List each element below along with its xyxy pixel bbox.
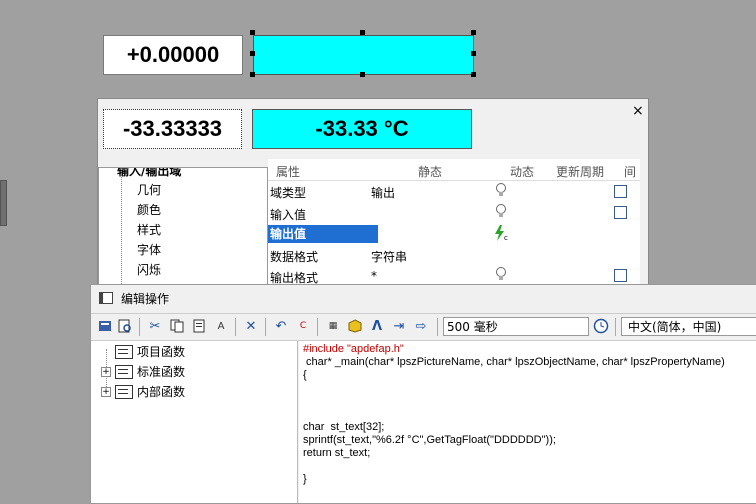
trigger-icon[interactable]: ▦ (325, 318, 341, 334)
copy-icon[interactable] (169, 318, 185, 334)
tree-internal-functions[interactable]: 内部函数 (137, 383, 185, 400)
io-field-1[interactable]: +0.00000 (103, 35, 243, 75)
edit-action-window: 编辑操作 ✂ A ✕ ↶ C ▦ Λ ⇥ ⇨ 500 毫秒 中文(简体，中国) … (90, 284, 756, 504)
indirect-checkbox[interactable] (614, 269, 627, 282)
selection-handle[interactable] (471, 51, 476, 56)
tree-item-geometry[interactable]: 几何 (137, 181, 161, 198)
folder-icon (115, 365, 133, 379)
prop-name[interactable]: 数据格式 (270, 248, 318, 265)
grid-divider (268, 180, 640, 181)
toolbar-separator (317, 318, 318, 336)
undo-icon[interactable]: ↶ (273, 318, 289, 334)
selection-handle[interactable] (471, 30, 476, 35)
code-line: } (303, 473, 307, 485)
code-line: char* _main(char* lpszPictureName, char*… (303, 356, 725, 368)
print-preview-icon[interactable] (117, 318, 133, 334)
tree-line (121, 174, 123, 286)
selection-handle[interactable] (360, 30, 365, 35)
prop-static[interactable]: 输出 (371, 184, 395, 201)
close-icon[interactable]: × (632, 103, 644, 119)
lightning-c-action-icon[interactable]: c (493, 225, 509, 241)
tree-item-style[interactable]: 样式 (137, 221, 161, 238)
toolbar-separator (615, 318, 616, 336)
tree-item-flashing[interactable]: 闪烁 (137, 261, 161, 278)
import-icon[interactable]: ⇥ (391, 318, 407, 334)
prop-name-selected[interactable]: 输出值 (268, 225, 378, 243)
selection-handle[interactable] (360, 72, 365, 77)
toolbar-separator (265, 318, 266, 336)
prop-static[interactable]: 字符串 (371, 248, 407, 265)
expand-icon[interactable]: + (101, 367, 111, 377)
paste-icon[interactable] (191, 318, 207, 334)
col-header-static[interactable]: 静态 (418, 163, 442, 180)
export-icon[interactable]: ⇨ (413, 318, 429, 334)
folder-icon (115, 385, 133, 399)
window-icon (99, 292, 113, 304)
expand-icon[interactable]: + (101, 387, 111, 397)
code-line: sprintf(st_text,"%6.2f °C",GetTagFloat("… (303, 434, 556, 446)
code-editor[interactable]: #include "apdefap.h" char* _main(char* l… (299, 341, 756, 503)
tree-item-font[interactable]: 字体 (137, 241, 161, 258)
cube-icon[interactable] (347, 318, 363, 334)
col-header-indirect[interactable]: 间 (624, 163, 636, 180)
indirect-checkbox[interactable] (614, 185, 627, 198)
window-title: 编辑操作 (121, 292, 170, 306)
io-field-2[interactable]: -33.33333 (103, 109, 242, 149)
property-grid: 属性 静态 动态 更新周期 间 域类型 输出 输入值 输出值 c 数据格式 字符… (268, 159, 640, 291)
tree-standard-functions[interactable]: 标准函数 (137, 363, 185, 380)
selection-handle[interactable] (471, 72, 476, 77)
bulb-icon[interactable] (495, 204, 507, 218)
clock-icon[interactable] (593, 318, 609, 334)
code-line: char st_text[32]; (303, 421, 385, 433)
selection-handle[interactable] (250, 51, 255, 56)
io-field-cyan-selected[interactable] (253, 35, 474, 75)
window-edge-handle (0, 180, 7, 226)
redo-icon[interactable]: C (295, 318, 311, 334)
prop-static[interactable]: * (371, 269, 377, 283)
bulb-icon[interactable] (495, 183, 507, 197)
code-line: return st_text; (303, 447, 371, 459)
tree-item-color[interactable]: 颜色 (137, 201, 161, 218)
col-header-property[interactable]: 属性 (276, 163, 300, 180)
property-category-tree: 输入/输出域 几何 颜色 样式 字体 闪烁 (98, 167, 268, 293)
toolbar-separator (139, 318, 140, 336)
code-line: { (303, 369, 307, 381)
selection-handle[interactable] (250, 72, 255, 77)
code-line: #include "apdefap.h" (303, 343, 404, 355)
prop-name[interactable]: 输入值 (270, 206, 306, 223)
compile-icon[interactable] (97, 318, 113, 334)
indirect-checkbox[interactable] (614, 206, 627, 219)
update-cycle-field[interactable]: 500 毫秒 (443, 317, 589, 336)
delete-icon[interactable]: ✕ (243, 318, 259, 334)
format-icon[interactable]: A (213, 318, 229, 334)
prop-name[interactable]: 域类型 (270, 184, 306, 201)
toolbar-separator (437, 318, 438, 336)
tree-item-io-field[interactable]: 输入/输出域 (117, 168, 181, 179)
cut-icon[interactable]: ✂ (147, 318, 163, 334)
svg-text:c: c (504, 234, 508, 241)
bulb-icon[interactable] (495, 267, 507, 281)
editor-toolbar: ✂ A ✕ ↶ C ▦ Λ ⇥ ⇨ 500 毫秒 中文(简体，中国) (91, 313, 756, 341)
col-header-update-cycle[interactable]: 更新周期 (556, 163, 604, 180)
selection-handle[interactable] (250, 30, 255, 35)
toolbar-separator (235, 318, 236, 336)
col-header-dynamic[interactable]: 动态 (510, 163, 534, 180)
tree-project-functions[interactable]: 项目函数 (137, 343, 185, 360)
language-select[interactable]: 中文(简体，中国) (621, 317, 756, 336)
compass-icon[interactable]: Λ (369, 318, 385, 334)
output-field-temperature[interactable]: -33.33 °C (252, 109, 472, 149)
folder-icon (115, 345, 133, 359)
function-tree: 项目函数 + 标准函数 + 内部函数 (91, 341, 298, 503)
